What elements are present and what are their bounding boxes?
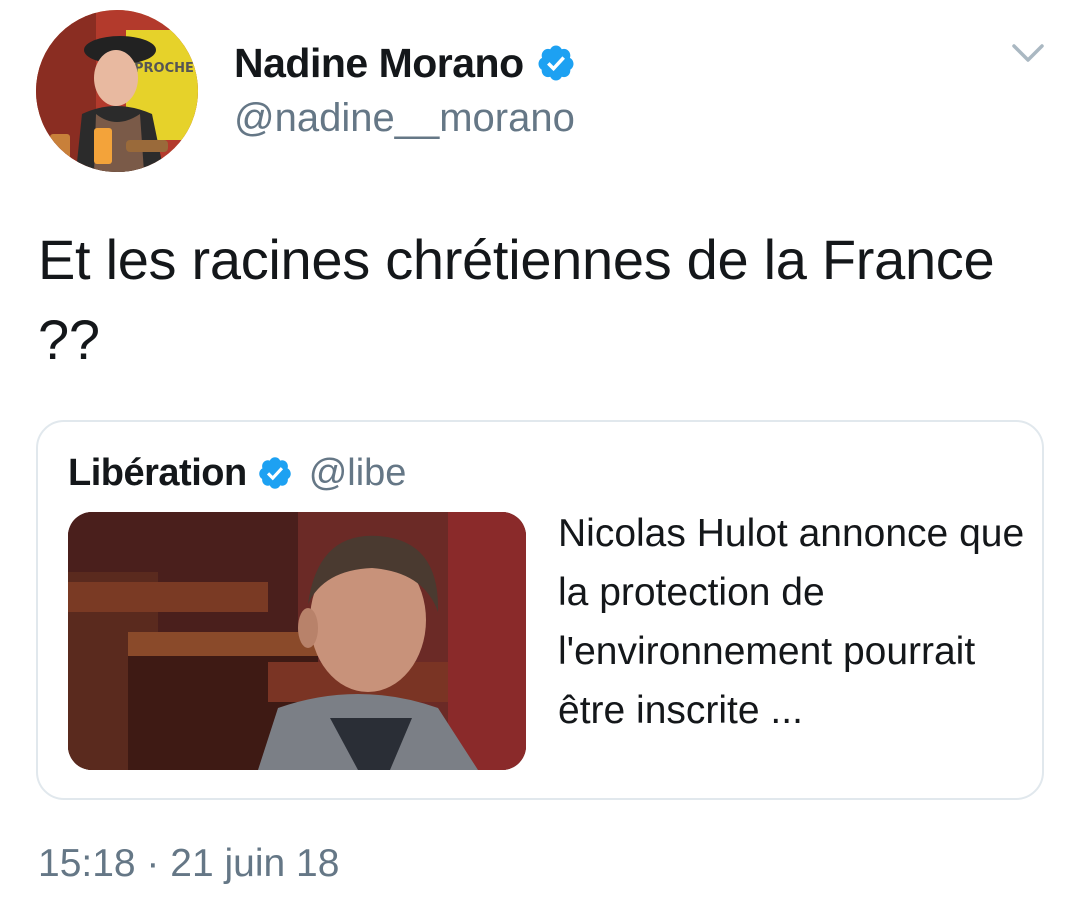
author-display-name[interactable]: Nadine Morano xyxy=(234,40,524,87)
avatar-photo: PROCHE xyxy=(36,10,198,172)
author-name-row: Nadine Morano xyxy=(234,36,576,90)
quoted-photo xyxy=(68,512,526,770)
author-handle[interactable]: @nadine__morano xyxy=(234,96,575,141)
quoted-tweet-header: Libération @libe xyxy=(68,448,406,498)
tweet: PROCHE Nadine Morano @nadine__morano Et … xyxy=(0,0,1079,917)
quoted-tweet-text: Nicolas Hulot annonce que la protection … xyxy=(558,512,1025,732)
author-avatar[interactable]: PROCHE xyxy=(36,10,198,172)
quoted-tweet-image[interactable] xyxy=(68,512,526,770)
verified-badge-icon xyxy=(538,45,574,81)
quoted-tweet-card[interactable]: Libération @libe Nicolas Hulot annonce q… xyxy=(36,420,1044,800)
quoted-display-name: Libération xyxy=(68,451,247,494)
quoted-handle: @libe xyxy=(308,451,407,494)
verified-badge-icon xyxy=(258,457,291,489)
tweet-timestamp[interactable]: 15:18 · 21 juin 18 xyxy=(38,842,339,886)
avatar-sign-text: PROCHE xyxy=(134,61,194,76)
tweet-text: Et les racines chrétiennes de la France … xyxy=(38,228,995,371)
chevron-down-icon[interactable] xyxy=(1011,40,1045,66)
